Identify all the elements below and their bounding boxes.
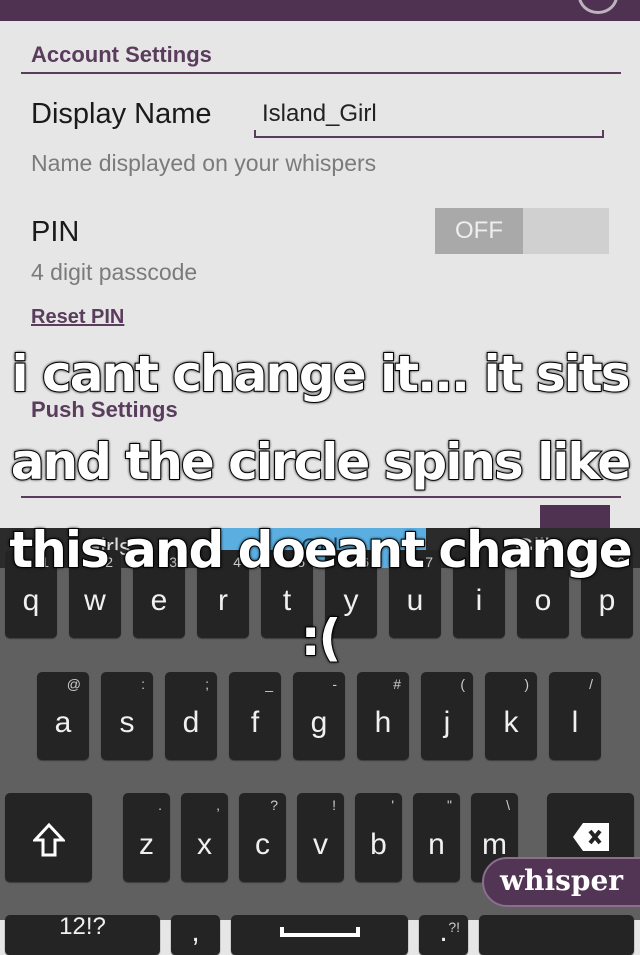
top-bar	[0, 0, 640, 21]
pin-label: PIN	[31, 216, 80, 248]
shift-icon	[33, 823, 65, 857]
shift-key[interactable]	[5, 793, 92, 882]
pin-toggle-state: OFF	[435, 208, 523, 254]
key-c[interactable]: ? c	[239, 793, 286, 882]
key-label: a	[54, 706, 72, 739]
key-label: z	[139, 828, 154, 861]
key-hint: ,	[216, 797, 220, 813]
key-label: j	[443, 706, 451, 739]
key-label: ,	[191, 915, 200, 948]
key-label: n	[428, 828, 445, 861]
key-hint: "	[447, 797, 452, 813]
key-label: k	[503, 706, 519, 739]
key-label: v	[313, 828, 328, 861]
divider	[21, 72, 621, 74]
key-label: d	[182, 706, 200, 739]
enter-key[interactable]	[479, 915, 634, 955]
key-label: f	[250, 706, 260, 739]
key-label: g	[310, 706, 328, 739]
key-hint: ?	[270, 797, 278, 813]
key-label: l	[571, 706, 579, 739]
period-key[interactable]: ?!.	[419, 915, 468, 955]
backspace-icon	[573, 823, 609, 851]
display-name-label: Display Name	[31, 98, 212, 130]
space-icon	[280, 927, 360, 937]
key-l[interactable]: / l	[549, 672, 601, 760]
space-key[interactable]	[231, 915, 408, 955]
key-j[interactable]: (j	[421, 672, 473, 760]
key-label: s	[119, 706, 135, 739]
key-x[interactable]: ,x	[181, 793, 228, 882]
key-label: .	[439, 915, 448, 948]
display-name-input[interactable]: Island_Girl	[254, 100, 604, 138]
key-z[interactable]: .z	[123, 793, 170, 882]
key-b[interactable]: ' b	[355, 793, 402, 882]
key-label: x	[197, 828, 212, 861]
key-h[interactable]: # h	[357, 672, 409, 760]
key-d[interactable]: ; d	[165, 672, 217, 760]
key-hint: .	[158, 797, 162, 813]
key-a[interactable]: @ a	[37, 672, 89, 760]
key-f[interactable]: _ f	[229, 672, 281, 760]
comma-key[interactable]: ,	[171, 915, 220, 955]
key-g[interactable]: -g	[293, 672, 345, 760]
symbols-key[interactable]: 12!?	[5, 913, 160, 955]
key-s[interactable]: :s	[101, 672, 153, 760]
whisper-logo: whisper	[482, 857, 640, 907]
key-hint: \	[506, 797, 510, 813]
key-label: 12!?	[59, 913, 106, 940]
pin-toggle[interactable]: OFF	[435, 208, 609, 254]
key-n[interactable]: " n	[413, 793, 460, 882]
whisper-caption: i cant change it... it sits and the circ…	[8, 344, 633, 668]
key-hint: '	[391, 797, 394, 813]
key-label: b	[370, 828, 387, 861]
key-v[interactable]: ! v	[297, 793, 344, 882]
pin-hint: 4 digit passcode	[31, 259, 198, 285]
display-name-hint: Name displayed on your whispers	[31, 150, 377, 176]
key-label: c	[255, 828, 270, 861]
key-label: h	[374, 706, 392, 739]
key-hint: !	[332, 797, 336, 813]
key-k[interactable]: ) k	[485, 672, 537, 760]
reset-pin-link[interactable]: Reset PIN	[31, 306, 124, 329]
account-settings-header: Account Settings	[31, 42, 212, 67]
